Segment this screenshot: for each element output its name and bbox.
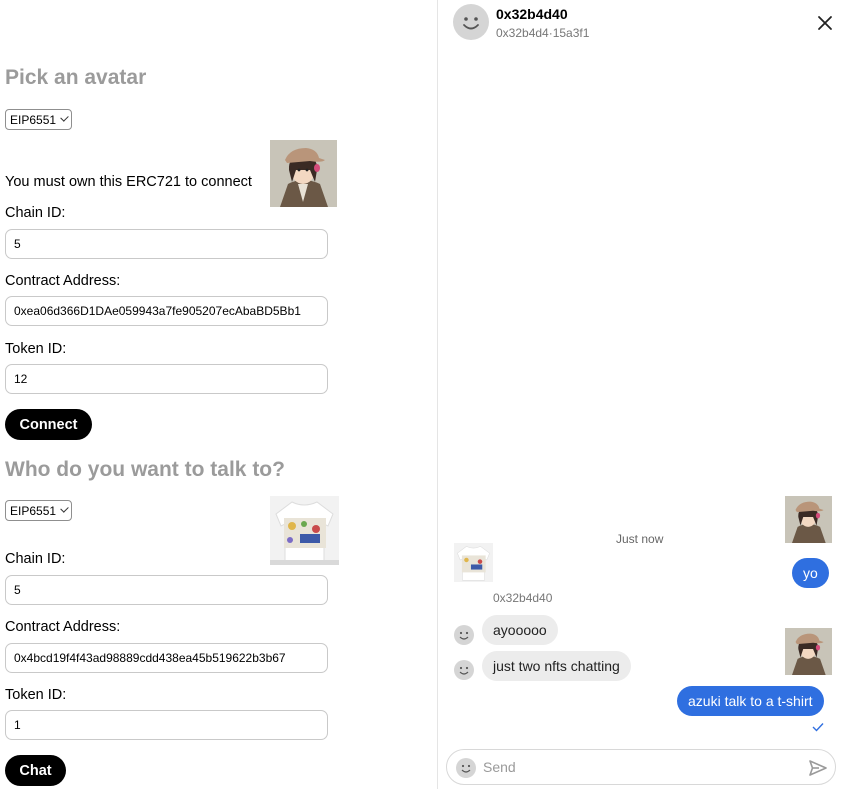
- connect-button[interactable]: Connect: [5, 409, 92, 440]
- chain-id-label: Chain ID:: [5, 205, 66, 221]
- contact-address: 0x32b4d4·15a3f1: [496, 26, 590, 40]
- contact-nft-avatar: [454, 543, 493, 582]
- my-avatar: [785, 628, 832, 675]
- target-chain-id-input[interactable]: 5: [5, 575, 328, 605]
- target-contract-address-input[interactable]: 0x4bcd19f4f43ad98889cdd438ea45b519622b3b…: [5, 643, 328, 673]
- message-bubble-in: just two nfts chatting: [482, 651, 631, 681]
- message-sender-name: 0x32b4d40: [493, 591, 553, 605]
- target-standard-select-value: EIP6551: [10, 503, 57, 518]
- chevron-down-icon: [60, 504, 69, 513]
- token-id-label: Token ID:: [5, 341, 67, 357]
- message-input[interactable]: Send: [483, 759, 516, 775]
- target-contract-address-label: Contract Address:: [5, 619, 121, 635]
- talk-to-heading: Who do you want to talk to?: [5, 458, 285, 481]
- my-avatar: [785, 496, 832, 543]
- message-bubble-in: ayooooo: [482, 615, 558, 645]
- message-composer: Send: [446, 749, 836, 785]
- pick-avatar-heading: Pick an avatar: [5, 66, 147, 89]
- sender-avatar: [454, 660, 474, 680]
- message-bubble-out: yo: [792, 558, 829, 588]
- nft-form-panel: Pick an avatar EIP6551 You must own this…: [0, 0, 437, 789]
- chain-id-input[interactable]: 5: [5, 229, 328, 259]
- message-bubble-out: azuki talk to a t-shirt: [677, 686, 824, 716]
- target-nft-image: [270, 496, 339, 565]
- face-icon: [459, 666, 469, 675]
- target-chain-id-label: Chain ID:: [5, 551, 66, 567]
- close-icon[interactable]: [816, 14, 834, 32]
- contract-address-input[interactable]: 0xea06d366D1DAe059943a7fe905207ecAbaBD5B…: [5, 296, 328, 326]
- contract-address-label: Contract Address:: [5, 273, 121, 289]
- standard-select[interactable]: EIP6551: [5, 109, 72, 130]
- chat-button[interactable]: Chat: [5, 755, 66, 786]
- token-id-input[interactable]: 12: [5, 364, 328, 394]
- face-icon: [459, 631, 469, 640]
- ownership-note: You must own this ERC721 to connect: [5, 174, 252, 190]
- contact-name: 0x32b4d40: [496, 6, 568, 22]
- message-timestamp: Just now: [616, 532, 664, 546]
- send-icon[interactable]: [808, 758, 828, 778]
- sender-avatar: [454, 625, 474, 645]
- contact-avatar: [453, 4, 489, 40]
- target-token-id-label: Token ID:: [5, 687, 67, 703]
- checkmark-icon: [812, 723, 824, 732]
- chevron-down-icon: [60, 113, 69, 122]
- target-standard-select[interactable]: EIP6551: [5, 500, 72, 521]
- chat-panel: 0x32b4d40 0x32b4d4·15a3f1 Just now yo 0x…: [437, 0, 841, 789]
- avatar-nft-image: [270, 140, 337, 207]
- emoji-icon[interactable]: [456, 758, 476, 778]
- face-icon: [463, 17, 479, 30]
- target-token-id-input[interactable]: 1: [5, 710, 328, 740]
- standard-select-value: EIP6551: [10, 112, 57, 127]
